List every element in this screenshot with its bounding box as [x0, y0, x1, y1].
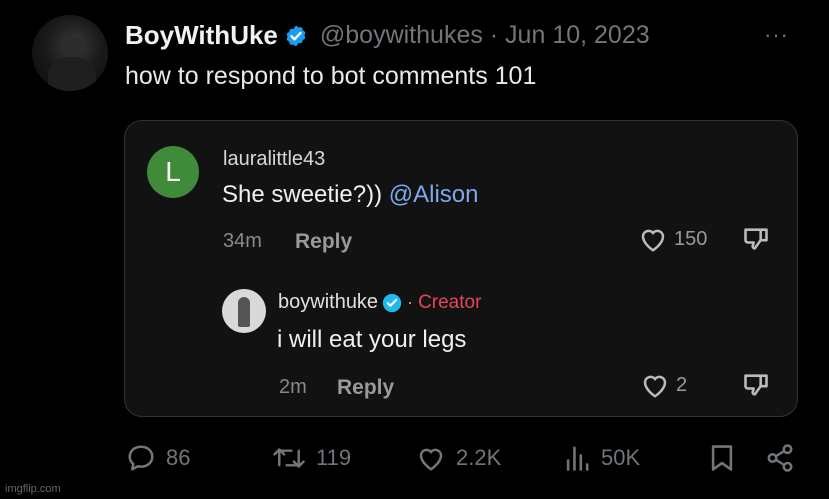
heart-icon — [419, 448, 443, 471]
avatar-figure-body — [48, 57, 96, 91]
comment-timestamp: 34m — [223, 230, 262, 252]
views-button[interactable]: 50K — [563, 444, 640, 472]
verified-badge-icon — [382, 293, 402, 312]
heart-icon — [641, 229, 665, 252]
avatar-figure — [238, 297, 250, 327]
tweet-text: how to respond to bot comments 101 — [125, 62, 537, 90]
reply-reply-button: Reply — [337, 376, 395, 399]
repost-icon — [273, 448, 305, 468]
comment-reply-button: Reply — [295, 230, 353, 253]
comment-body: She sweetie?)) — [222, 181, 383, 208]
share-button[interactable] — [765, 444, 795, 472]
display-name[interactable]: BoyWithUke — [125, 20, 278, 51]
reply-like: 2 — [640, 371, 687, 399]
share-icon — [767, 444, 793, 472]
heart-icon — [643, 375, 667, 398]
embedded-comments-image[interactable]: L lauralittle43 She sweetie?)) @Alison 3… — [124, 120, 798, 417]
reply-timestamp: 2m — [279, 376, 307, 398]
comment-like-count: 150 — [674, 227, 708, 250]
reply-like-count: 2 — [676, 373, 688, 396]
dislike-icon — [744, 374, 768, 396]
reply-count: 86 — [166, 445, 191, 470]
handle-and-date[interactable]: @boywithukes · Jun 10, 2023 — [320, 21, 650, 50]
repost-count: 119 — [316, 445, 352, 470]
reply-user-row: boywithuke · Creator — [278, 291, 481, 314]
like-button[interactable]: 2.2K — [416, 444, 501, 472]
bookmark-icon — [711, 445, 733, 471]
like-count: 2.2K — [456, 445, 502, 470]
dislike-icon — [744, 228, 768, 250]
bookmark-button[interactable] — [709, 444, 735, 472]
tweet-action-bar: 86 119 2.2K 50K — [0, 444, 829, 476]
watermark: imgflip.com — [5, 483, 61, 495]
commenter-avatar: L — [147, 146, 199, 198]
comment-text: She sweetie?)) @Alison — [222, 181, 478, 209]
comment-mention: @Alison — [388, 181, 479, 208]
reply-button[interactable]: 86 — [126, 444, 190, 472]
tweet-header: BoyWithUke @boywithukes · Jun 10, 2023 — [125, 20, 650, 51]
bar-chart-icon — [566, 446, 589, 471]
comment-like: 150 — [638, 225, 707, 253]
reply-text: i will eat your legs — [277, 326, 467, 353]
verified-badge-icon — [286, 25, 306, 46]
view-count: 50K — [601, 445, 641, 470]
speech-bubble-icon — [128, 445, 154, 471]
commenter-username: lauralittle43 — [223, 148, 326, 170]
creator-label: Creator — [418, 291, 482, 313]
repost-button[interactable]: 119 — [272, 444, 351, 472]
separator-dot: · — [407, 292, 414, 312]
reply-username: boywithuke — [278, 291, 379, 313]
profile-avatar[interactable] — [32, 15, 108, 91]
more-options-icon[interactable]: ··· — [764, 22, 789, 48]
creator-avatar — [222, 289, 266, 333]
